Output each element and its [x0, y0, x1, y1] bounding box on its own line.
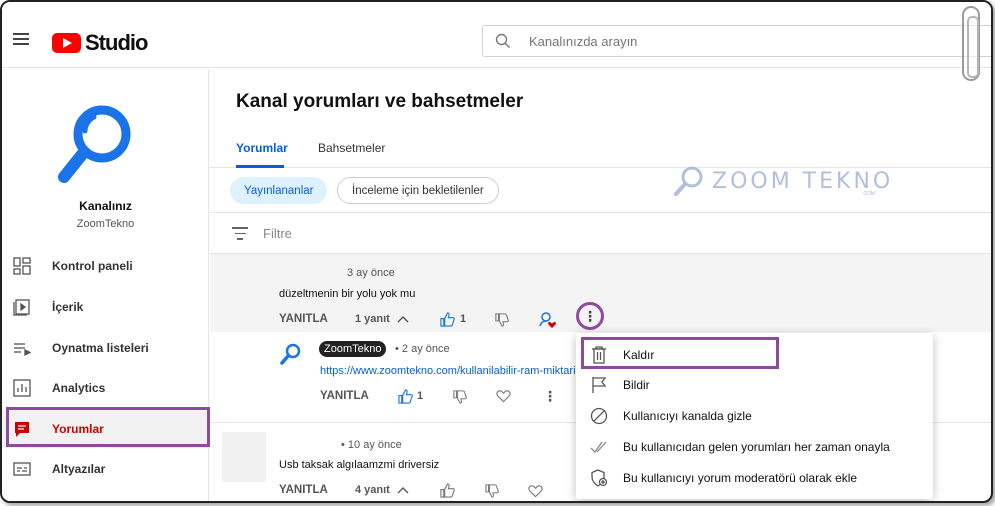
dislike-icon[interactable]	[453, 390, 467, 404]
menu-item-label: Kullanıcıyı kanalda gizle	[623, 408, 752, 423]
chevron-up-icon[interactable]	[397, 485, 409, 495]
menu-icon[interactable]	[13, 33, 29, 45]
content-icon	[12, 297, 32, 317]
dislike-icon[interactable]	[495, 313, 509, 327]
sidebar-item-analytics[interactable]: Analytics	[2, 369, 209, 407]
tab-mentions[interactable]: Bahsetmeler	[318, 141, 385, 155]
analytics-icon	[12, 378, 32, 398]
comment-text: düzeltmenin bir yolu yok mu	[279, 288, 416, 300]
reply-time: • 2 ay önce	[395, 343, 450, 355]
watermark-sub: .COM	[862, 191, 876, 197]
owner-avatar[interactable]	[279, 342, 303, 366]
search-icon[interactable]	[483, 33, 523, 49]
replies-toggle[interactable]: 1 yanıt	[355, 313, 390, 325]
playlist-icon	[12, 338, 32, 358]
sidebar-item-label: İçerik	[52, 300, 84, 314]
filter-bar[interactable]: Filtre	[210, 214, 991, 254]
menu-item-hide-user[interactable]: Kullanıcıyı kanalda gizle	[576, 400, 933, 431]
reply-button[interactable]: YANITLA	[279, 313, 328, 325]
block-icon	[589, 406, 609, 426]
watermark-magnifier-icon	[674, 166, 703, 196]
dashboard-icon	[12, 256, 32, 276]
channel-title: Kanalınız	[79, 199, 132, 213]
more-options-icon[interactable]: ⋮	[543, 388, 557, 405]
studio-logo[interactable]: Studio	[52, 30, 148, 56]
filter-input[interactable]: Filtre	[263, 226, 292, 241]
logo-text: Studio	[85, 30, 148, 55]
shield-add-icon	[589, 468, 609, 488]
menu-item-label: Bildir	[623, 377, 650, 392]
search-input[interactable]	[529, 33, 829, 49]
menu-item-label: Bu kullanıcıdan gelen yorumları her zama…	[623, 439, 890, 454]
like-count: 1	[417, 390, 424, 402]
like-icon[interactable]	[398, 389, 413, 404]
sidebar-item-label: Altyazılar	[52, 462, 106, 476]
sidebar-item-subtitles[interactable]: Altyazılar	[2, 450, 209, 488]
comment-time: • 10 ay önce	[341, 439, 402, 451]
menu-item-add-moderator[interactable]: Bu kullanıcıyı yorum moderatörü olarak e…	[576, 462, 933, 493]
reply-button[interactable]: YANITLA	[320, 390, 369, 402]
watermark: ZOOM TEKNO	[672, 165, 893, 197]
video-thumbnail[interactable]	[222, 432, 266, 482]
tab-bar: Yorumlar Bahsetmeler	[210, 137, 991, 168]
sidebar-item-label: Kontrol paneli	[52, 259, 133, 273]
highlight-box-comments	[6, 407, 210, 447]
menu-item-report[interactable]: Bildir	[576, 369, 933, 400]
youtube-play-icon	[52, 33, 81, 53]
sidebar-item-content[interactable]: İçerik	[2, 288, 209, 326]
flag-icon	[589, 375, 609, 395]
subtitles-icon	[12, 459, 32, 479]
reply-button[interactable]: YANITLA	[279, 484, 328, 496]
sidebar-item-label: Analytics	[52, 381, 106, 395]
studio-window: Studio Kanalınız ZoomTekno Kontrol panel…	[0, 0, 993, 503]
more-options-icon[interactable]: ⋮	[576, 302, 604, 330]
sidebar-item-dashboard[interactable]: Kontrol paneli	[2, 247, 209, 285]
chip-held-for-review[interactable]: İnceleme için bekletilenler	[337, 177, 499, 204]
channel-avatar[interactable]	[52, 99, 137, 194]
dislike-icon[interactable]	[485, 484, 499, 498]
top-bar: Studio	[2, 2, 991, 68]
channel-handle: ZoomTekno	[76, 218, 135, 230]
reply-link[interactable]: https://www.zoomtekno.com/kullanilabilir…	[320, 365, 578, 377]
like-icon[interactable]	[440, 483, 455, 498]
menu-item-always-approve[interactable]: Bu kullanıcıdan gelen yorumları her zama…	[576, 431, 933, 462]
comment-time: 3 ay önce	[347, 267, 395, 279]
paperclip-icon	[962, 6, 980, 81]
sidebar-item-label: Oynatma listeleri	[52, 341, 149, 355]
like-count: 1	[460, 313, 467, 325]
highlight-box-remove	[581, 337, 779, 369]
replies-toggle[interactable]: 4 yanıt	[355, 484, 390, 496]
chevron-up-icon[interactable]	[397, 314, 409, 324]
sidebar-item-playlists[interactable]: Oynatma listeleri	[2, 329, 209, 367]
heart-icon[interactable]	[528, 484, 543, 498]
menu-item-label: Bu kullanıcıyı yorum moderatörü olarak e…	[623, 470, 858, 485]
like-icon[interactable]	[440, 312, 455, 327]
watermark-text: ZOOM TEKNO	[712, 168, 894, 194]
page-title: Kanal yorumları ve bahsetmeler	[236, 91, 524, 112]
search-box[interactable]	[482, 25, 991, 57]
creator-heart-icon[interactable]	[539, 311, 557, 329]
chip-published[interactable]: Yayınlananlar	[230, 177, 328, 204]
author-chip[interactable]: ZoomTekno	[319, 341, 387, 357]
comment-text: Usb taksak algılaamzmi driversiz	[279, 459, 440, 471]
filter-icon[interactable]	[232, 227, 248, 244]
checkmark-icon	[589, 437, 609, 457]
heart-icon[interactable]	[496, 389, 511, 403]
tab-comments[interactable]: Yorumlar	[236, 141, 288, 155]
